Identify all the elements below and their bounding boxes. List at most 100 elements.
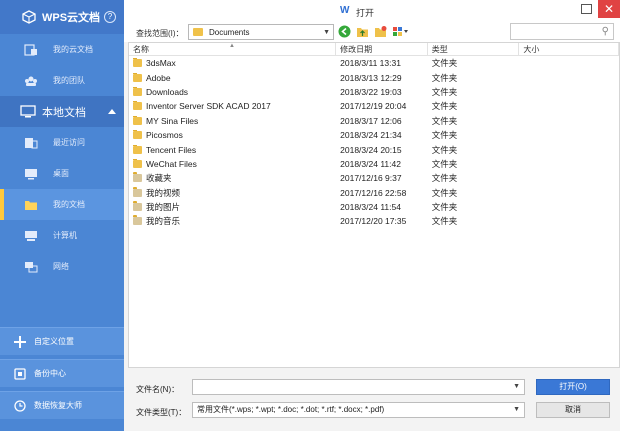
sidebar-item-desktop[interactable]: 桌面 [0, 158, 124, 189]
view-menu-icon[interactable] [392, 25, 410, 38]
file-type: 文件夹 [431, 187, 458, 198]
wps-cloud-logo-icon [22, 10, 36, 24]
file-name: Tencent Files [146, 144, 197, 155]
table-row[interactable]: Inventor Server SDK ACAD 2017 2017/12/19 … [129, 99, 619, 113]
file-date: 2018/3/24 11:42 [340, 158, 401, 169]
file-type: 文件夹 [431, 216, 458, 227]
chevron-down-icon: ▼ [323, 29, 330, 36]
sidebar-item-label: 我的团队 [53, 76, 85, 85]
file-date: 2018/3/11 13:31 [340, 58, 401, 69]
sidebar-section-local-docs[interactable]: 本地文档 [0, 96, 124, 127]
file-type: 文件夹 [431, 130, 458, 141]
sidebar-item-computer[interactable]: 计算机 [0, 220, 124, 251]
backup-center-button[interactable]: 备份中心 [0, 359, 124, 387]
file-name: Picosmos [146, 130, 183, 141]
new-folder-icon[interactable] [374, 25, 387, 38]
file-name: Downloads [146, 86, 189, 97]
table-row[interactable]: 收藏夹 2017/12/16 9:37 文件夹 [129, 171, 619, 185]
folder-icon [193, 28, 203, 36]
sidebar-item-my-cloud-docs[interactable]: 我的云文档 [0, 34, 124, 65]
table-row[interactable]: 3dsMax 2018/3/11 13:31 文件夹 [129, 56, 619, 70]
table-row[interactable]: WeChat Files 2018/3/24 11:42 文件夹 [129, 157, 619, 171]
sidebar-item-label: 我的文档 [53, 200, 85, 209]
file-name-cell: WeChat Files [129, 158, 336, 169]
table-row[interactable]: Downloads 2018/3/22 19:03 文件夹 [129, 85, 619, 99]
chevron-down-icon[interactable]: ▼ [513, 380, 520, 394]
search-input[interactable]: ⚲ [510, 23, 614, 40]
folder-icon [133, 72, 142, 82]
network-icon [25, 261, 38, 272]
file-type: 文件夹 [431, 144, 458, 155]
cancel-button[interactable]: 取消 [536, 402, 610, 418]
folder-icon [133, 215, 142, 226]
file-name: Inventor Server SDK ACAD 2017 [146, 101, 271, 112]
sidebar-item-my-documents[interactable]: 我的文档 [0, 189, 124, 220]
file-type: 文件夹 [431, 115, 458, 126]
filetype-value: 常用文件(*.wps; *.wpt; *.doc; *.dot; *.rtf; … [197, 405, 385, 414]
file-name-cell: 我的图片 [129, 201, 336, 213]
lookin-dropdown[interactable]: Documents ▼ [188, 24, 334, 40]
sidebar-item-recent[interactable]: 最近访问 [0, 127, 124, 158]
plus-icon [14, 335, 26, 348]
filename-input[interactable]: ▼ [192, 379, 525, 395]
folder-icon [133, 144, 142, 154]
table-row[interactable]: 我的图片 2018/3/24 11:54 文件夹 [129, 200, 619, 214]
sidebar-item-my-team[interactable]: 我的团队 [0, 65, 124, 96]
column-header-size[interactable]: 大小 [519, 43, 619, 55]
chevron-down-icon[interactable]: ▼ [513, 403, 520, 417]
maximize-button[interactable] [581, 4, 592, 14]
table-row[interactable]: 我的视频 2017/12/16 22:58 文件夹 [129, 186, 619, 200]
file-name-cell: 我的音乐 [129, 215, 336, 227]
file-date: 2017/12/16 9:37 [340, 173, 402, 184]
file-name: 我的图片 [146, 202, 181, 213]
file-name: Adobe [146, 72, 171, 83]
table-row[interactable]: Tencent Files 2018/3/24 20:15 文件夹 [129, 142, 619, 156]
recent-icon [25, 137, 38, 148]
sidebar-item-label: 计算机 [53, 231, 77, 240]
file-name: 3dsMax [146, 58, 176, 69]
sidebar-section-label: 本地文档 [42, 106, 86, 119]
column-header-date[interactable]: 修改日期 [336, 43, 428, 55]
folder-icon [25, 200, 37, 210]
file-name-cell: MY Sina Files [129, 115, 336, 126]
file-name-cell: Tencent Files [129, 144, 336, 155]
filetype-dropdown[interactable]: 常用文件(*.wps; *.wpt; *.doc; *.dot; *.rtf; … [192, 402, 525, 418]
search-icon[interactable]: ⚲ [602, 26, 609, 37]
file-name: WeChat Files [146, 158, 197, 169]
back-icon[interactable] [338, 25, 351, 38]
sidebar-item-label: 桌面 [53, 169, 69, 178]
dialog-title: 打开 [356, 8, 375, 18]
sidebar-item-network[interactable]: 网络 [0, 251, 124, 282]
custom-location-button[interactable]: 自定义位置 [0, 327, 124, 355]
table-row[interactable]: 我的音乐 2017/12/20 17:35 文件夹 [129, 214, 619, 228]
column-header-type[interactable]: 类型 [428, 43, 520, 55]
close-button[interactable]: ✕ [598, 0, 620, 18]
file-name-cell: Adobe [129, 72, 336, 83]
filetype-label: 文件类型(T)： [136, 408, 187, 417]
file-name-cell: Inventor Server SDK ACAD 2017 [129, 101, 336, 111]
folder-icon [133, 158, 142, 168]
up-folder-icon[interactable] [356, 25, 369, 38]
team-icon [25, 76, 37, 86]
folder-icon [133, 58, 142, 68]
table-row[interactable]: Adobe 2018/3/13 12:29 文件夹 [129, 70, 619, 84]
file-date: 2018/3/24 11:54 [340, 202, 401, 213]
help-icon[interactable]: ? [104, 11, 116, 23]
cloud-doc-icon [24, 43, 37, 56]
file-name-cell: Picosmos [129, 130, 336, 140]
table-row[interactable]: MY Sina Files 2018/3/17 12:06 文件夹 [129, 114, 619, 128]
file-name-cell: 我的视频 [129, 186, 336, 199]
sidebar-item-label: 最近访问 [53, 138, 85, 147]
file-name-cell: 3dsMax [129, 58, 336, 68]
table-row[interactable]: Picosmos 2018/3/24 21:34 文件夹 [129, 128, 619, 142]
data-recovery-button[interactable]: 数据恢复大师 [0, 391, 124, 419]
open-button[interactable]: 打开(O) [536, 379, 610, 395]
sidebar-header: WPS云文档 ? [0, 0, 124, 34]
file-date: 2018/3/24 21:34 [340, 130, 402, 141]
desktop-icon [25, 168, 37, 179]
backup-center-label: 备份中心 [34, 369, 66, 378]
file-list: ▲ 名称 修改日期 类型 大小 3dsMax 2018/3/11 13:31 文件夹… [128, 42, 620, 368]
sidebar: WPS云文档 ? 我的云文档 我的团队 本地文档 最近访问 桌面 我的文档 计算… [0, 0, 124, 431]
file-type: 文件夹 [431, 173, 458, 184]
collapse-up-icon[interactable] [108, 109, 116, 114]
